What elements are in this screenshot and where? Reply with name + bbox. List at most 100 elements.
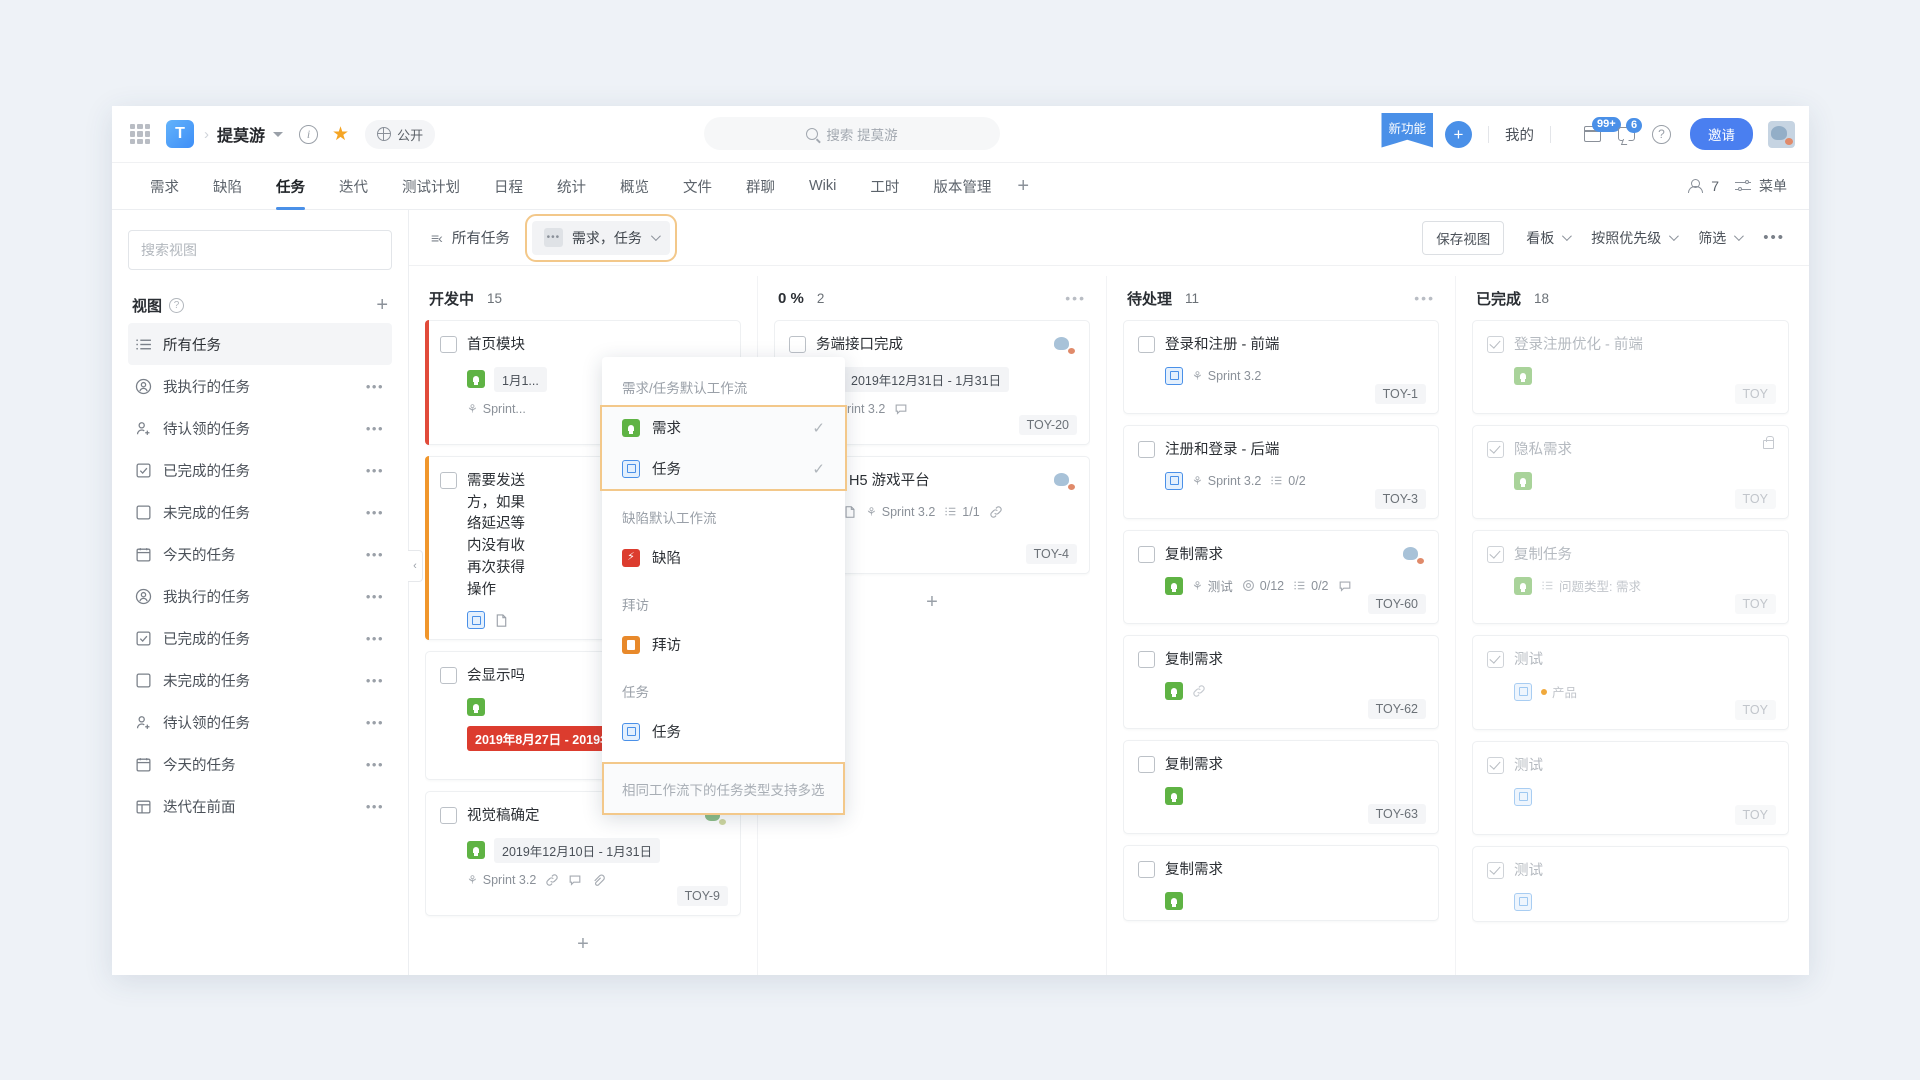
tab-iterations[interactable]: 迭代	[339, 163, 368, 210]
add-card-button[interactable]: +	[425, 927, 741, 963]
tab-statistics[interactable]: 统计	[557, 163, 586, 210]
tab-overview[interactable]: 概览	[620, 163, 649, 210]
tab-defects[interactable]: 缺陷	[213, 163, 242, 210]
task-checkbox[interactable]	[1487, 861, 1504, 879]
chevron-down-icon[interactable]	[273, 131, 284, 137]
messages-button[interactable]: 6	[1618, 118, 1643, 141]
sidebar-item-my-tasks-1[interactable]: 我执行的任务 •••	[128, 365, 392, 407]
task-checkbox[interactable]	[1138, 860, 1155, 878]
tab-files[interactable]: 文件	[683, 163, 712, 210]
add-view-button[interactable]: +	[376, 294, 388, 317]
task-card[interactable]: 登录注册优化 - 前端 TOY	[1472, 320, 1789, 414]
task-card[interactable]: 复制需求	[1123, 844, 1439, 921]
sidebar-item-more[interactable]: •••	[366, 799, 384, 814]
dropdown-item-task[interactable]: 任务 ✓	[602, 448, 845, 489]
type-filter-dropdown[interactable]: ••• 需求，任务	[524, 213, 677, 262]
task-checkbox[interactable]	[1487, 440, 1504, 458]
task-checkbox[interactable]	[1487, 651, 1504, 669]
task-checkbox[interactable]	[1138, 756, 1155, 773]
task-card[interactable]: 注册和登录 - 后端 ⚘ Sprint 3.2 0/2 TOY-3	[1123, 424, 1439, 519]
sidebar-item-more[interactable]: •••	[366, 757, 384, 772]
member-count[interactable]: 7	[1711, 178, 1719, 194]
tab-worklog[interactable]: 工时	[870, 163, 899, 210]
task-checkbox[interactable]	[440, 667, 457, 685]
sidebar-item-more[interactable]: •••	[366, 421, 384, 436]
sidebar-item-my-tasks-2[interactable]: 我执行的任务 •••	[128, 575, 392, 617]
star-icon[interactable]: ★	[332, 123, 349, 146]
tab-test-plan[interactable]: 测试计划	[402, 163, 460, 210]
task-checkbox[interactable]	[1487, 545, 1504, 563]
task-checkbox[interactable]	[1138, 651, 1155, 669]
sidebar-item-all-tasks[interactable]: 所有任务	[128, 323, 392, 365]
sidebar-collapse-handle[interactable]: ‹	[408, 550, 423, 582]
task-card[interactable]: 登录和注册 - 前端 ⚘ Sprint 3.2 TOY-1	[1123, 320, 1439, 414]
sidebar-item-more[interactable]: •••	[366, 463, 384, 478]
task-checkbox[interactable]	[1138, 336, 1155, 353]
sidebar-item-more[interactable]: •••	[366, 673, 384, 688]
sidebar-item-more[interactable]: •••	[366, 715, 384, 730]
add-button[interactable]: +	[1445, 120, 1472, 148]
sort-selector[interactable]: 按照优先级	[1591, 228, 1680, 248]
board-mode-selector[interactable]: 看板	[1526, 228, 1573, 248]
sidebar-item-iteration-first[interactable]: 迭代在前面 •••	[128, 785, 392, 827]
task-card[interactable]: 测试 TOY	[1472, 741, 1789, 835]
apps-grid-icon[interactable]	[130, 124, 150, 144]
collapse-panel-icon[interactable]: ≡‹	[431, 230, 443, 246]
view-search-input[interactable]	[128, 230, 392, 270]
tab-requirements[interactable]: 需求	[150, 163, 179, 210]
sidebar-item-unclaimed-1[interactable]: 待认领的任务 •••	[128, 407, 392, 449]
sidebar-item-more[interactable]: •••	[366, 505, 384, 520]
task-card[interactable]: 复制需求 TOY-63	[1123, 740, 1439, 834]
search-input[interactable]: 搜索 提莫游	[704, 117, 1000, 150]
column-more-button[interactable]: •••	[1065, 290, 1086, 306]
task-card[interactable]: 复制任务 问题类型: 需求 TOY	[1472, 529, 1789, 625]
sidebar-item-more[interactable]: •••	[366, 589, 384, 604]
task-card[interactable]: 测试	[1472, 845, 1789, 922]
task-card[interactable]: 测试 产品 TOY	[1472, 635, 1789, 730]
sidebar-item-incomplete-1[interactable]: 未完成的任务 •••	[128, 491, 392, 533]
info-icon[interactable]: i	[299, 124, 319, 144]
tab-version-management[interactable]: 版本管理	[933, 163, 991, 210]
sidebar-item-incomplete-2[interactable]: 未完成的任务 •••	[128, 659, 392, 701]
sidebar-item-completed-2[interactable]: 已完成的任务 •••	[128, 617, 392, 659]
assignee-avatar[interactable]	[1401, 545, 1424, 565]
invite-button[interactable]: 邀请	[1690, 118, 1753, 150]
task-checkbox[interactable]	[440, 807, 457, 824]
tab-group-chat[interactable]: 群聊	[746, 163, 775, 210]
tab-schedule[interactable]: 日程	[494, 163, 523, 210]
sidebar-item-more[interactable]: •••	[366, 379, 384, 394]
column-more-button[interactable]: •••	[1414, 290, 1435, 306]
sidebar-item-completed-1[interactable]: 已完成的任务 •••	[128, 449, 392, 491]
my-items-link[interactable]: 我的	[1505, 124, 1534, 145]
add-tab-button[interactable]: +	[1017, 175, 1029, 198]
task-checkbox[interactable]	[440, 336, 457, 353]
task-card[interactable]: 复制需求 TOY-62	[1123, 635, 1439, 729]
assignee-avatar[interactable]	[1052, 471, 1075, 491]
sidebar-item-today-2[interactable]: 今天的任务 •••	[128, 743, 392, 785]
project-logo-icon[interactable]: T	[166, 120, 194, 148]
task-card[interactable]: 隐私需求 TOY	[1472, 424, 1789, 519]
task-checkbox[interactable]	[440, 471, 457, 489]
task-checkbox[interactable]	[1487, 336, 1504, 353]
sidebar-item-more[interactable]: •••	[366, 631, 384, 646]
task-checkbox[interactable]	[1487, 757, 1504, 774]
menu-label[interactable]: 菜单	[1759, 176, 1787, 196]
tab-wiki[interactable]: Wiki	[809, 163, 836, 210]
assignee-avatar[interactable]	[1052, 335, 1075, 355]
task-checkbox[interactable]	[789, 336, 806, 353]
sidebar-item-more[interactable]: •••	[366, 547, 384, 562]
dropdown-item-visit[interactable]: 拜访	[602, 624, 845, 665]
visibility-badge[interactable]: 公开	[365, 119, 436, 149]
dropdown-item-defect[interactable]: ⚡ 缺陷	[602, 537, 845, 578]
help-button[interactable]: ?	[1652, 124, 1671, 144]
calendar-button[interactable]: 99+	[1583, 117, 1621, 142]
save-view-button[interactable]: 保存视图	[1422, 220, 1505, 255]
task-checkbox[interactable]	[1138, 440, 1155, 458]
task-card[interactable]: 复制需求 ⚘ 测试 0/12 0/2 TOY-60	[1123, 529, 1439, 625]
task-checkbox[interactable]	[1138, 545, 1155, 563]
toolbar-more-button[interactable]: •••	[1763, 229, 1785, 246]
project-name[interactable]: 提莫游	[217, 122, 265, 146]
avatar[interactable]	[1768, 120, 1795, 148]
new-feature-badge[interactable]: 新功能	[1381, 112, 1433, 148]
sidebar-item-unclaimed-2[interactable]: 待认领的任务 •••	[128, 701, 392, 743]
